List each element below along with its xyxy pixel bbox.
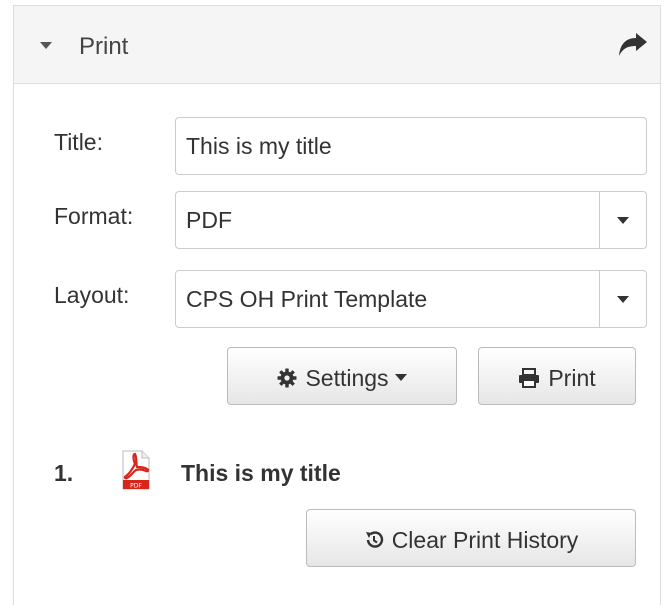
history-item-number: 1. xyxy=(54,460,74,486)
pdf-file-icon[interactable]: PDF xyxy=(118,450,152,490)
history-icon xyxy=(365,531,383,548)
format-select-value: PDF xyxy=(186,207,232,233)
clear-print-history-button[interactable]: Clear Print History xyxy=(306,509,636,567)
layout-label: Layout: xyxy=(54,282,130,308)
chevron-down-icon xyxy=(617,217,629,224)
panel-title: Print xyxy=(79,33,129,60)
format-dropdown-toggle[interactable] xyxy=(599,192,646,248)
format-label: Format: xyxy=(54,203,134,229)
layout-select-value: CPS OH Print Template xyxy=(186,286,428,312)
print-button-label: Print xyxy=(548,364,596,391)
settings-button[interactable]: Settings xyxy=(227,347,457,405)
clear-print-history-label: Clear Print History xyxy=(391,526,579,553)
layout-select[interactable]: CPS OH Print Template xyxy=(175,270,647,328)
settings-button-label: Settings xyxy=(305,364,389,391)
title-input[interactable]: This is my title xyxy=(175,117,647,175)
print-panel: Print Title: This is my title Format: PD… xyxy=(13,5,661,605)
history-item-link[interactable]: This is my title xyxy=(181,458,341,488)
caret-down-icon[interactable] xyxy=(40,42,52,49)
layout-dropdown-toggle[interactable] xyxy=(599,271,646,327)
format-select[interactable]: PDF xyxy=(175,191,647,249)
gear-icon xyxy=(277,368,297,388)
chevron-down-icon xyxy=(617,296,629,303)
title-label: Title: xyxy=(54,129,103,155)
printer-icon xyxy=(519,367,540,388)
caret-down-icon xyxy=(394,374,407,382)
panel-heading[interactable]: Print xyxy=(14,6,660,84)
svg-text:PDF: PDF xyxy=(130,483,142,490)
share-icon[interactable] xyxy=(618,32,648,58)
print-button[interactable]: Print xyxy=(478,347,636,405)
